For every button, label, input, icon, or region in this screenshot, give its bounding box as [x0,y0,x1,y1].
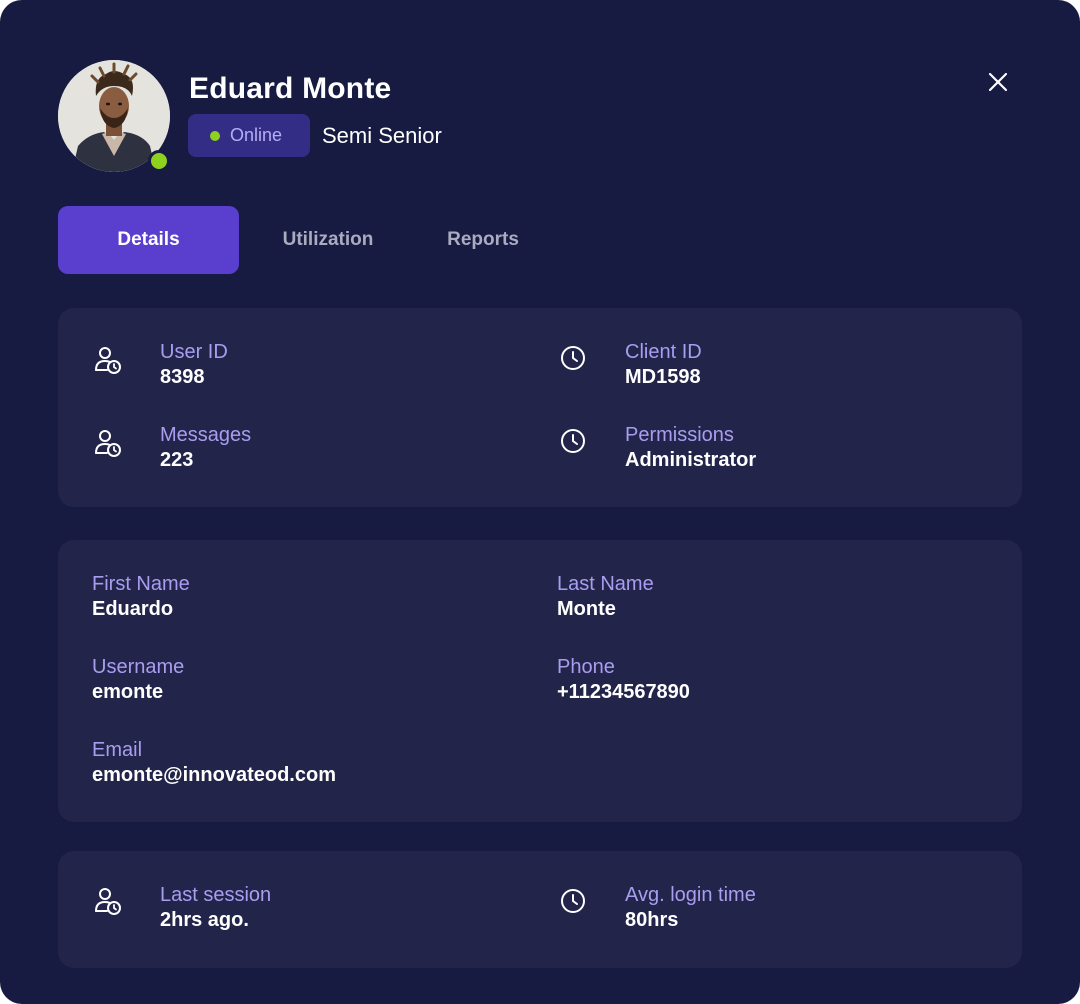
last-name-value: Monte [557,598,616,620]
avg-login-field: Avg. login time 80hrs [625,883,756,933]
clock-icon [557,425,589,457]
ids-card: User ID 8398 Client ID MD1598 Messages 2… [58,308,1022,507]
status-dot-icon [210,130,220,141]
email-value: emonte@innovateod.com [92,764,336,786]
email-label: Email [92,739,143,761]
last-session-field: Last session 2hrs ago. [160,883,271,933]
avatar [58,60,170,172]
user-id-label: User ID [160,341,228,363]
tab-reports[interactable]: Reports [418,206,548,274]
user-clock-icon [92,885,124,917]
avg-login-label: Avg. login time [625,884,756,906]
last-name-field: Last Name Monte [557,572,654,622]
online-indicator [148,150,170,172]
first-name-label: First Name [92,573,190,595]
tab-details[interactable]: Details [58,206,239,274]
messages-field: Messages 223 [160,423,251,473]
user-id-value: 8398 [160,366,205,388]
clock-icon [557,885,589,917]
email-field: Email emonte@innovateod.com [92,738,336,788]
last-session-label: Last session [160,884,272,906]
first-name-field: First Name Eduardo [92,572,190,622]
permissions-value: Administrator [625,449,757,471]
personal-info-card: First Name Eduardo Last Name Monte Usern… [58,540,1022,822]
username-label: Username [92,656,185,678]
last-name-label: Last Name [557,573,654,595]
session-card: Last session 2hrs ago. Avg. login time 8… [58,851,1022,968]
username-value: emonte [92,681,164,703]
client-id-label: Client ID [625,341,702,363]
phone-label: Phone [557,656,615,678]
status-badge: Online [188,114,310,157]
status-text: Online [230,125,283,145]
last-session-value: 2hrs ago. [160,909,249,931]
close-icon [988,72,1008,92]
user-clock-icon [92,427,124,459]
phone-field: Phone +11234567890 [557,655,690,705]
tab-utilization[interactable]: Utilization [254,206,402,274]
user-details-panel: Eduard Monte Online Semi Senior Details … [0,0,1080,1004]
client-id-value: MD1598 [625,366,701,388]
avg-login-value: 80hrs [625,909,679,931]
permissions-field: Permissions Administrator [625,423,756,473]
username-field: Username emonte [92,655,184,705]
close-button[interactable] [982,66,1014,98]
user-name: Eduard Monte [189,72,392,105]
user-id-field: User ID 8398 [160,340,228,390]
messages-label: Messages [160,424,252,446]
seniority-level: Semi Senior [322,123,442,148]
messages-value: 223 [160,449,194,471]
first-name-value: Eduardo [92,598,174,620]
phone-value: +11234567890 [557,681,690,703]
user-clock-icon [92,344,124,376]
permissions-label: Permissions [625,424,734,446]
client-id-field: Client ID MD1598 [625,340,702,390]
clock-icon [557,342,589,374]
